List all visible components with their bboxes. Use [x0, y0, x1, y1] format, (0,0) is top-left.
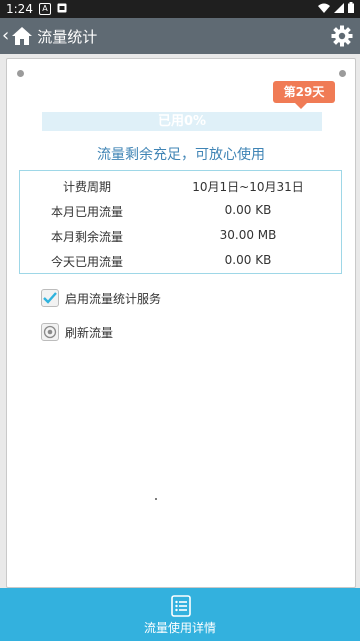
- enable-service-option[interactable]: 启用流量统计服务: [41, 289, 161, 307]
- enable-service-checkbox[interactable]: [41, 289, 59, 307]
- pin-right-icon: [339, 70, 346, 77]
- notification-a-icon: A: [38, 3, 51, 15]
- wifi-icon: [318, 2, 330, 16]
- enable-service-label: 启用流量统计服务: [65, 291, 162, 306]
- info-value: 10月1日~10月31日: [192, 180, 304, 194]
- home-icon[interactable]: [11, 25, 33, 47]
- info-key: 计费周期: [62, 180, 111, 194]
- traffic-card: 第29天 已用0% 流量剩余充足，可放心使用 计费周期 10月1日~10月31日…: [6, 58, 356, 588]
- signal-icon: [334, 2, 344, 16]
- refresh-option[interactable]: 刷新流量: [41, 323, 113, 341]
- refresh-button-icon[interactable]: [41, 323, 59, 341]
- info-value: 30.00 MB: [219, 228, 277, 242]
- info-value: 0.00 KB: [224, 203, 272, 217]
- battery-icon: [348, 2, 354, 16]
- page-title: 流量统计: [37, 27, 98, 46]
- billing-day-badge: 第29天: [273, 81, 335, 109]
- info-row: 本月已用流量 0.00 KB: [20, 203, 341, 227]
- usage-details-label: 流量使用详情: [143, 621, 216, 635]
- info-row: 今天已用流量 0.00 KB: [20, 253, 341, 277]
- checkmark-icon: [43, 292, 57, 304]
- status-time: 1:24: [6, 2, 33, 16]
- status-bar: 1:24 A: [0, 0, 360, 18]
- info-row: 计费周期 10月1日~10月31日: [20, 178, 341, 202]
- info-key: 今天已用流量: [50, 255, 123, 269]
- status-bar-right: [318, 2, 354, 16]
- pin-left-icon: [17, 70, 24, 77]
- back-button[interactable]: ‹: [2, 18, 9, 54]
- usage-progress-label: 已用0%: [157, 114, 207, 129]
- settings-gear-icon[interactable]: [330, 24, 354, 48]
- usage-details-button[interactable]: 流量使用详情: [0, 588, 360, 641]
- usage-status-message: 流量剩余充足，可放心使用: [97, 147, 265, 163]
- status-bar-left: 1:24 A: [6, 2, 67, 16]
- refresh-label: 刷新流量: [65, 325, 114, 340]
- details-list-icon: [170, 595, 192, 617]
- info-value: 0.00 KB: [224, 253, 272, 267]
- refresh-icon: [43, 325, 57, 339]
- app-header: ‹ 流量统计: [0, 18, 360, 54]
- notification-b-icon: [57, 2, 67, 16]
- info-key: 本月已用流量: [50, 205, 123, 219]
- stray-dot: [155, 498, 157, 500]
- usage-info-table: 计费周期 10月1日~10月31日 本月已用流量 0.00 KB 本月剩余流量 …: [19, 170, 342, 274]
- usage-progress-bar: 已用0%: [42, 112, 322, 131]
- info-key: 本月剩余流量: [50, 230, 123, 244]
- info-row: 本月剩余流量 30.00 MB: [20, 228, 341, 252]
